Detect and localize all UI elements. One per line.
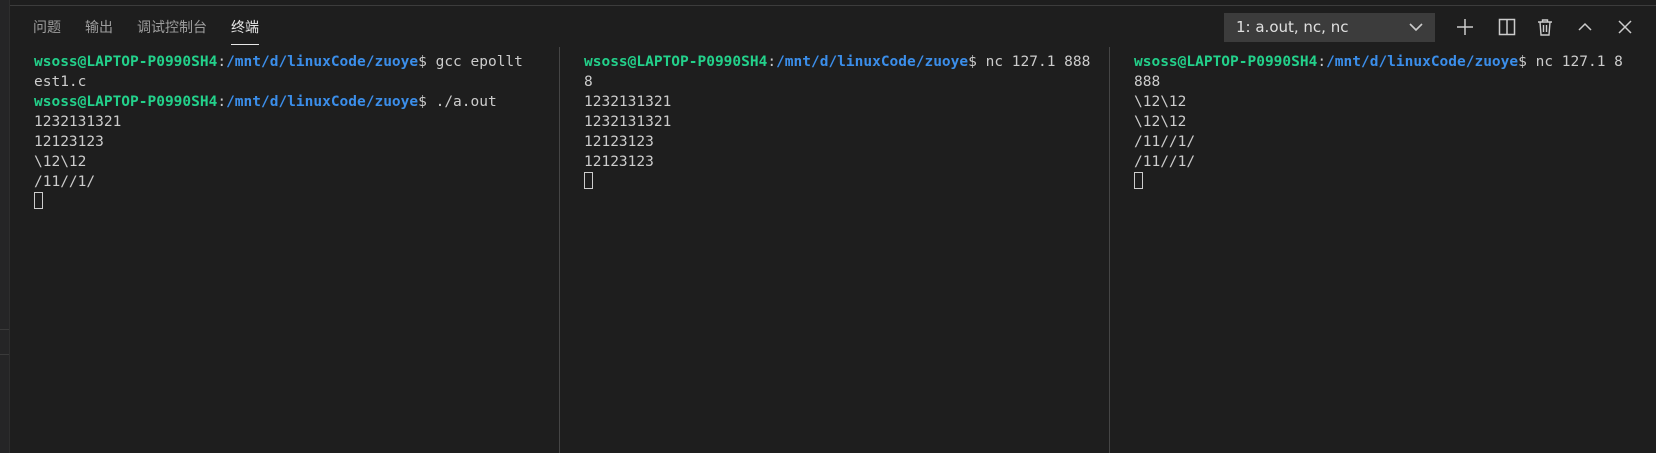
terminal-line: \12\12: [34, 154, 87, 170]
close-icon: [1618, 20, 1632, 34]
terminal-line: 888: [1134, 74, 1161, 90]
terminal-cursor-line: [34, 192, 559, 212]
tab-debug-console[interactable]: 调试控制台: [137, 17, 207, 45]
terminal-line: est1.c: [34, 74, 87, 90]
terminal-line: /11//1/: [1134, 154, 1196, 170]
terminal-line: 12123123: [584, 134, 654, 150]
terminal-line: 8: [584, 74, 593, 90]
trash-icon: [1538, 19, 1552, 36]
terminal-line: wsoss@LAPTOP-P0990SH4:/mnt/d/linuxCode/z…: [584, 54, 1091, 70]
close-panel-button[interactable]: [1612, 14, 1638, 40]
terminal-split-container: wsoss@LAPTOP-P0990SH4:/mnt/d/linuxCode/z…: [10, 47, 1656, 453]
new-terminal-button[interactable]: [1452, 14, 1478, 40]
chevron-up-icon: [1578, 22, 1592, 31]
terminal-line: /11//1/: [1134, 134, 1196, 150]
terminal-panel: 问题 输出 调试控制台 终端 1: a.out, nc, nc wsoss@LA…: [0, 0, 1656, 453]
terminal-line: \12\12: [1134, 114, 1187, 130]
terminal-line: 12123123: [584, 154, 654, 170]
kill-terminal-button[interactable]: [1532, 14, 1558, 40]
terminal-pane-3[interactable]: wsoss@LAPTOP-P0990SH4:/mnt/d/linuxCode/z…: [1109, 47, 1656, 453]
terminal-cursor: [34, 192, 43, 209]
terminal-pane-2[interactable]: wsoss@LAPTOP-P0990SH4:/mnt/d/linuxCode/z…: [559, 47, 1109, 453]
edge-divider: [0, 354, 9, 355]
terminal-selector-value: 1: a.out, nc, nc: [1236, 18, 1349, 36]
panel-border: [0, 5, 1656, 6]
terminal-cursor: [1134, 172, 1143, 189]
terminal-cursor-line: [584, 172, 1109, 192]
edge-divider: [0, 329, 9, 330]
terminal-line: wsoss@LAPTOP-P0990SH4:/mnt/d/linuxCode/z…: [34, 94, 497, 110]
left-edge-strip: [0, 0, 10, 453]
terminal-cursor-line: [1134, 172, 1656, 192]
terminal-line: wsoss@LAPTOP-P0990SH4:/mnt/d/linuxCode/z…: [1134, 54, 1623, 70]
panel-tabs: 问题 输出 调试控制台 终端: [33, 17, 259, 45]
terminal-cursor: [584, 172, 593, 189]
terminal-line: 12123123: [34, 134, 104, 150]
tab-output[interactable]: 输出: [85, 17, 113, 45]
terminal-selector[interactable]: 1: a.out, nc, nc: [1224, 13, 1435, 42]
terminal-line: 1232131321: [584, 94, 672, 110]
terminal-line: /11//1/: [34, 174, 96, 190]
chevron-down-icon: [1409, 23, 1423, 32]
terminal-line: wsoss@LAPTOP-P0990SH4:/mnt/d/linuxCode/z…: [34, 54, 523, 70]
terminal-line: 1232131321: [34, 114, 122, 130]
split-terminal-button[interactable]: [1494, 14, 1520, 40]
terminal-line: \12\12: [1134, 94, 1187, 110]
tab-problems[interactable]: 问题: [33, 17, 61, 45]
terminal-pane-1[interactable]: wsoss@LAPTOP-P0990SH4:/mnt/d/linuxCode/z…: [10, 47, 559, 453]
maximize-panel-button[interactable]: [1572, 14, 1598, 40]
terminal-line: 1232131321: [584, 114, 672, 130]
tab-terminal[interactable]: 终端: [231, 17, 259, 45]
plus-icon: [1457, 19, 1473, 35]
split-icon: [1498, 18, 1516, 36]
